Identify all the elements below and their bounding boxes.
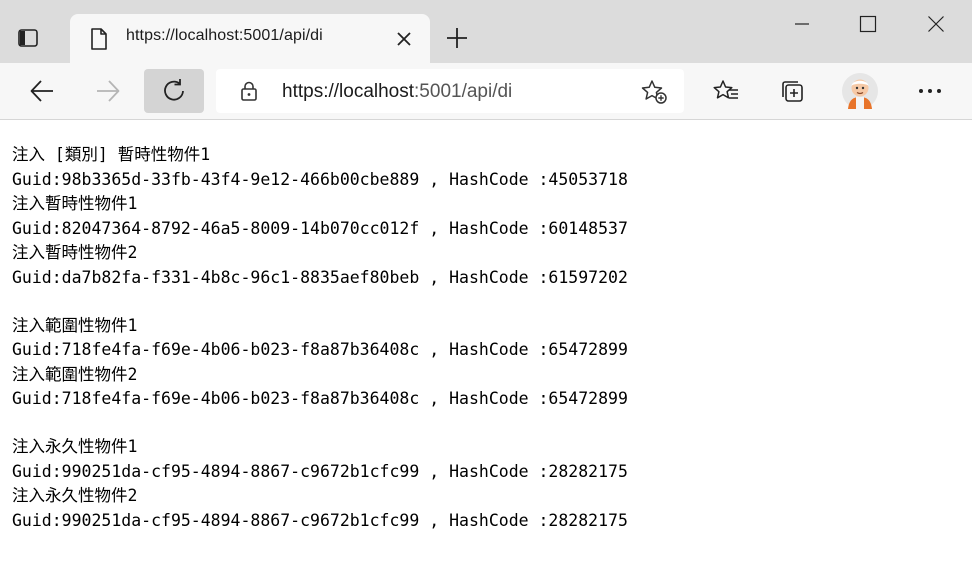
navigation-toolbar: https://localhost:5001/api/di	[0, 63, 972, 120]
transient-label-1: 注入暫時性物件1	[12, 194, 138, 213]
refresh-button[interactable]	[144, 69, 204, 113]
page-content: 注入 [類別] 暫時性物件1 Guid:98b3365d-33fb-43f4-9…	[12, 143, 952, 533]
guid-line: Guid:990251da-cf95-4894-8867-c9672b1cfc9…	[12, 461, 628, 481]
collections-button[interactable]	[770, 69, 814, 113]
address-url[interactable]: https://localhost:5001/api/di	[282, 81, 512, 103]
page-icon	[88, 27, 110, 51]
minimize-button[interactable]	[782, 8, 822, 40]
guid-line: Guid:da7b82fa-f331-4b8c-96c1-8835aef80be…	[12, 267, 628, 287]
more-icon[interactable]	[908, 69, 952, 113]
tab-strip: https://localhost:5001/api/di	[0, 0, 972, 63]
guid-line: Guid:990251da-cf95-4894-8867-c9672b1cfc9…	[12, 510, 628, 530]
guid-line: Guid:82047364-8792-46a5-8009-14b070cc012…	[12, 218, 628, 238]
add-favorite-icon[interactable]	[640, 79, 668, 105]
scoped-label-2: 注入範圍性物件2	[12, 364, 138, 384]
maximize-button[interactable]	[848, 8, 888, 40]
singleton-label-2: 注入永久性物件2	[12, 486, 138, 505]
guid-line: Guid:98b3365d-33fb-43f4-9e12-466b00cbe88…	[12, 169, 628, 189]
favorites-button[interactable]	[704, 69, 748, 113]
forward-button[interactable]	[86, 69, 130, 113]
back-button[interactable]	[20, 69, 64, 113]
new-tab-button[interactable]	[441, 22, 473, 54]
address-bar[interactable]: https://localhost:5001/api/di	[216, 69, 684, 113]
tab-actions-icon[interactable]	[14, 24, 42, 52]
browser-tab[interactable]: https://localhost:5001/api/di	[70, 14, 430, 63]
lock-icon[interactable]	[238, 80, 260, 102]
profile-avatar[interactable]	[838, 69, 882, 113]
transient-label-2: 注入暫時性物件2	[12, 243, 138, 262]
close-tab-icon[interactable]	[392, 27, 416, 51]
guid-line: Guid:718fe4fa-f69e-4b06-b023-f8a87b36408…	[12, 340, 628, 359]
scoped-label-1: 注入範圍性物件1	[12, 315, 138, 335]
tab-title: https://localhost:5001/api/di	[126, 27, 323, 44]
guid-line: Guid:718fe4fa-f69e-4b06-b023-f8a87b36408…	[12, 389, 628, 408]
transient-class-label: 注入 [類別] 暫時性物件1	[12, 145, 211, 164]
singleton-label-1: 注入永久性物件1	[12, 437, 138, 456]
window-close-button[interactable]	[916, 8, 956, 40]
